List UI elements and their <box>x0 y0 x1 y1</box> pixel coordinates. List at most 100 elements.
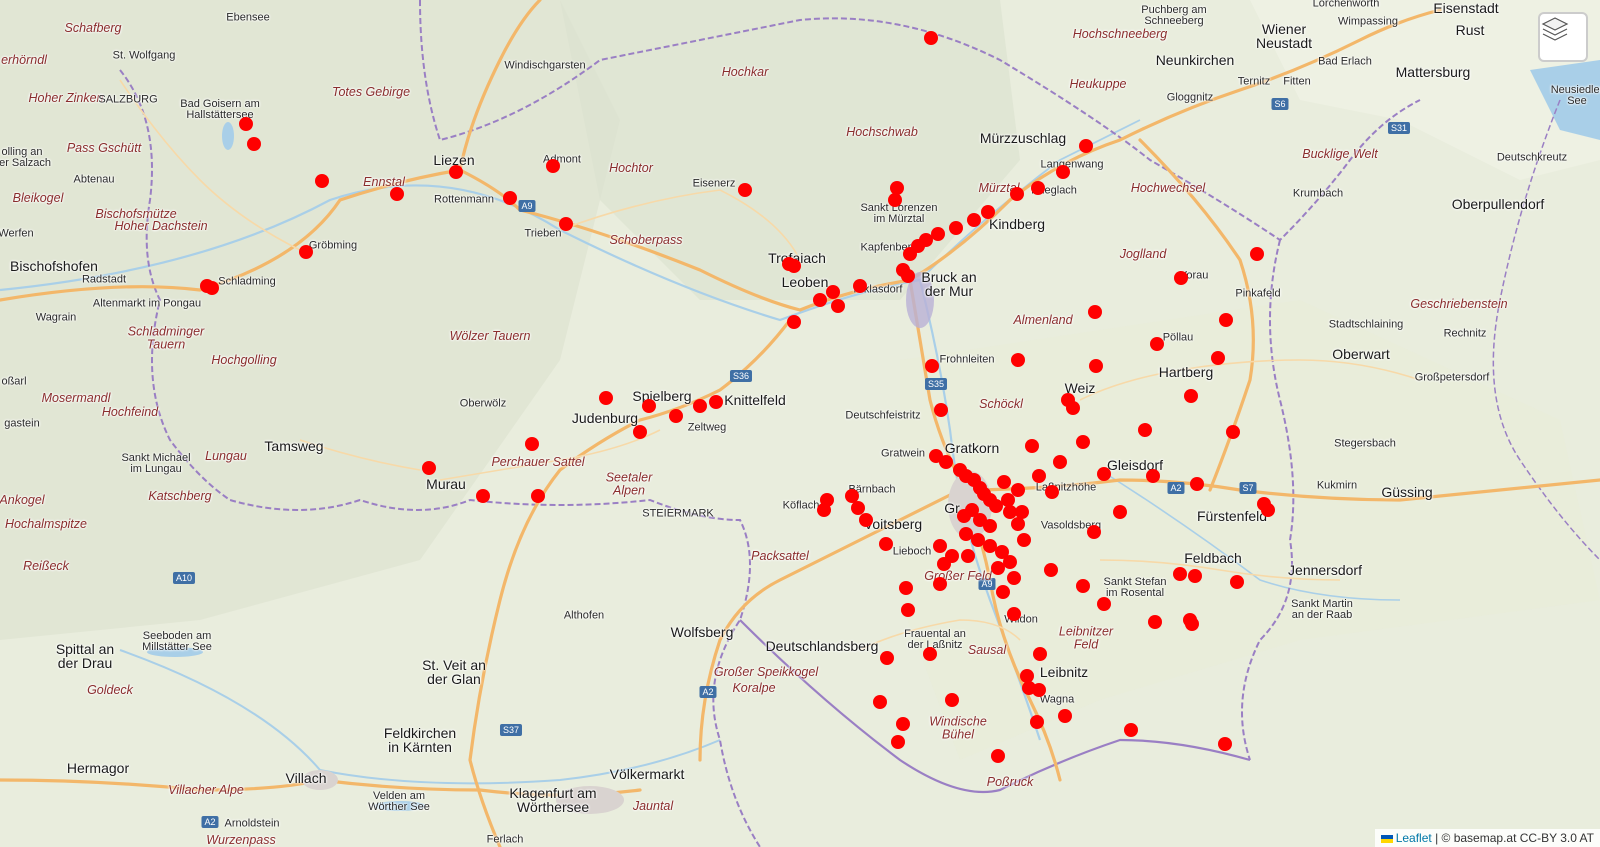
map-marker[interactable] <box>1211 351 1225 365</box>
map-marker[interactable] <box>939 455 953 469</box>
map-marker[interactable] <box>1113 505 1127 519</box>
map-marker[interactable] <box>1032 683 1046 697</box>
map-marker[interactable] <box>642 399 656 413</box>
map-marker[interactable] <box>1045 485 1059 499</box>
map-marker[interactable] <box>1138 423 1152 437</box>
map-marker[interactable] <box>981 205 995 219</box>
map-marker[interactable] <box>1146 469 1160 483</box>
map-marker[interactable] <box>899 581 913 595</box>
map-marker[interactable] <box>967 213 981 227</box>
map-marker[interactable] <box>991 561 1005 575</box>
map-marker[interactable] <box>879 537 893 551</box>
map-marker[interactable] <box>873 695 887 709</box>
map-marker[interactable] <box>559 217 573 231</box>
map-marker[interactable] <box>546 159 560 173</box>
map-marker[interactable] <box>1044 563 1058 577</box>
map-marker[interactable] <box>901 603 915 617</box>
map-marker[interactable] <box>1010 187 1024 201</box>
map-marker[interactable] <box>299 245 313 259</box>
map-marker[interactable] <box>945 693 959 707</box>
map-marker[interactable] <box>503 191 517 205</box>
map-marker[interactable] <box>933 539 947 553</box>
map-marker[interactable] <box>449 165 463 179</box>
map-marker[interactable] <box>949 221 963 235</box>
map-marker[interactable] <box>983 519 997 533</box>
map-marker[interactable] <box>1097 597 1111 611</box>
map-marker[interactable] <box>1011 517 1025 531</box>
map-marker[interactable] <box>853 279 867 293</box>
map-marker[interactable] <box>996 585 1010 599</box>
map-marker[interactable] <box>531 489 545 503</box>
map-marker[interactable] <box>1230 575 1244 589</box>
map-marker[interactable] <box>1007 571 1021 585</box>
map-marker[interactable] <box>669 409 683 423</box>
map-marker[interactable] <box>422 461 436 475</box>
map-marker[interactable] <box>934 403 948 417</box>
map-marker[interactable] <box>1148 615 1162 629</box>
map-marker[interactable] <box>738 183 752 197</box>
map-marker[interactable] <box>247 137 261 151</box>
map-marker[interactable] <box>1124 723 1138 737</box>
map-marker[interactable] <box>813 293 827 307</box>
map-marker[interactable] <box>1030 715 1044 729</box>
map-marker[interactable] <box>787 315 801 329</box>
map-marker[interactable] <box>1033 647 1047 661</box>
map-marker[interactable] <box>1056 165 1070 179</box>
map-marker[interactable] <box>1079 139 1093 153</box>
map-marker[interactable] <box>1250 247 1264 261</box>
map-marker[interactable] <box>1066 401 1080 415</box>
map-marker[interactable] <box>957 509 971 523</box>
map-marker[interactable] <box>1076 579 1090 593</box>
map-marker[interactable] <box>1174 271 1188 285</box>
map-marker[interactable] <box>1150 337 1164 351</box>
map-marker[interactable] <box>826 285 840 299</box>
map-marker[interactable] <box>1190 477 1204 491</box>
map-marker[interactable] <box>205 281 219 295</box>
map-marker[interactable] <box>1188 569 1202 583</box>
map-marker[interactable] <box>859 513 873 527</box>
map-marker[interactable] <box>1185 617 1199 631</box>
map-marker[interactable] <box>945 549 959 563</box>
map-marker[interactable] <box>476 489 490 503</box>
map-marker[interactable] <box>1076 435 1090 449</box>
map-marker[interactable] <box>1088 305 1102 319</box>
map-marker[interactable] <box>1226 425 1240 439</box>
map-marker[interactable] <box>891 735 905 749</box>
map-marker[interactable] <box>924 31 938 45</box>
map-marker[interactable] <box>1087 525 1101 539</box>
map-marker[interactable] <box>1097 467 1111 481</box>
map-marker[interactable] <box>1184 389 1198 403</box>
map-marker[interactable] <box>1173 567 1187 581</box>
map-marker[interactable] <box>693 399 707 413</box>
map-marker[interactable] <box>831 299 845 313</box>
map-marker[interactable] <box>925 359 939 373</box>
map-marker[interactable] <box>1007 607 1021 621</box>
map-marker[interactable] <box>1017 533 1031 547</box>
map-marker[interactable] <box>896 717 910 731</box>
map-marker[interactable] <box>888 193 902 207</box>
map-marker[interactable] <box>901 269 915 283</box>
map-marker[interactable] <box>525 437 539 451</box>
map-marker[interactable] <box>1031 181 1045 195</box>
map-marker[interactable] <box>1003 555 1017 569</box>
map-container[interactable]: A9 S36 S35 A2 S7 A9 A2 S37 A10 S6 S31 A2… <box>0 0 1600 847</box>
map-marker[interactable] <box>817 503 831 517</box>
layer-switcher-button[interactable] <box>1538 12 1588 62</box>
map-marker[interactable] <box>1053 455 1067 469</box>
map-marker[interactable] <box>923 647 937 661</box>
map-marker[interactable] <box>903 247 917 261</box>
map-marker[interactable] <box>633 425 647 439</box>
map-marker[interactable] <box>1219 313 1233 327</box>
map-marker[interactable] <box>315 174 329 188</box>
map-marker[interactable] <box>933 577 947 591</box>
map-marker[interactable] <box>1011 353 1025 367</box>
map-marker[interactable] <box>709 395 723 409</box>
map-marker[interactable] <box>1261 503 1275 517</box>
map-marker[interactable] <box>1058 709 1072 723</box>
map-marker[interactable] <box>1089 359 1103 373</box>
map-marker[interactable] <box>997 475 1011 489</box>
map-marker[interactable] <box>1032 469 1046 483</box>
map-marker[interactable] <box>782 257 796 271</box>
map-marker[interactable] <box>1218 737 1232 751</box>
leaflet-link[interactable]: Leaflet <box>1396 831 1432 845</box>
